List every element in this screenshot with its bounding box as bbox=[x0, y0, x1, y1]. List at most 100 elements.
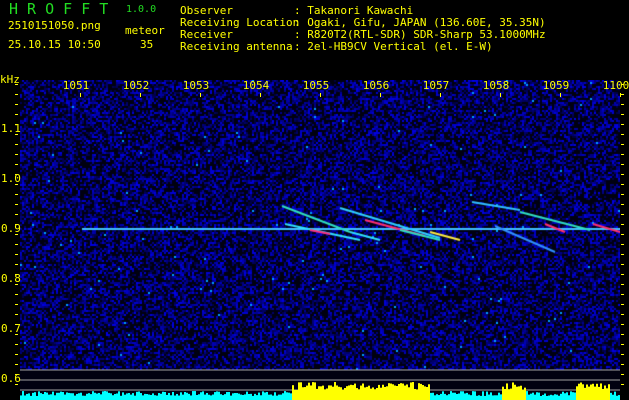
x-tick bbox=[140, 93, 141, 97]
histogram-bar bbox=[36, 396, 38, 400]
histogram-bar bbox=[542, 395, 544, 400]
histogram-bar bbox=[270, 394, 272, 400]
y-tick bbox=[621, 294, 624, 295]
y-tick bbox=[15, 104, 18, 105]
histogram-bar bbox=[524, 388, 526, 400]
histogram-bar bbox=[532, 393, 534, 400]
histogram-bar bbox=[304, 387, 306, 400]
histogram-bar bbox=[190, 395, 192, 400]
histogram-bar bbox=[358, 389, 360, 400]
histogram-bar bbox=[584, 388, 586, 400]
histogram-bar bbox=[374, 389, 376, 400]
y-tick bbox=[621, 104, 624, 105]
histogram-bar bbox=[256, 395, 258, 400]
histogram-bar bbox=[334, 382, 336, 400]
histogram-bar bbox=[434, 395, 436, 400]
histogram-bar bbox=[158, 393, 160, 400]
histogram-bar bbox=[84, 396, 86, 400]
x-tick-label: 1100 bbox=[603, 80, 629, 92]
histogram-bar bbox=[594, 387, 596, 400]
histogram-bar bbox=[360, 386, 362, 400]
histogram-bar bbox=[122, 392, 124, 400]
histogram-bar bbox=[580, 383, 582, 400]
histogram-bar bbox=[252, 396, 254, 400]
histogram-bar bbox=[104, 391, 106, 400]
histogram-bar bbox=[484, 396, 486, 400]
histogram-bar bbox=[42, 394, 44, 400]
histogram-bar bbox=[214, 392, 216, 400]
histogram-bar bbox=[416, 389, 418, 400]
y-tick bbox=[621, 264, 624, 265]
spectrogram-overlay bbox=[0, 0, 629, 400]
histogram-bar bbox=[218, 392, 220, 400]
x-tick bbox=[380, 93, 381, 97]
y-tick-label: 0.9 bbox=[1, 223, 21, 235]
y-axis-unit: kHz bbox=[0, 74, 20, 86]
histogram-bar bbox=[376, 388, 378, 400]
y-tick bbox=[15, 304, 18, 305]
histogram-bar bbox=[232, 393, 234, 400]
y-tick bbox=[621, 154, 624, 155]
histogram-bar bbox=[490, 392, 492, 400]
histogram-bar bbox=[614, 392, 616, 400]
y-tick bbox=[621, 344, 624, 345]
y-tick bbox=[621, 384, 624, 385]
y-tick bbox=[621, 354, 624, 355]
histogram-bar bbox=[598, 387, 600, 400]
histogram-bar bbox=[564, 393, 566, 400]
histogram-bar bbox=[322, 386, 324, 400]
y-tick bbox=[621, 134, 624, 135]
histogram-bar bbox=[414, 389, 416, 400]
histogram-bar bbox=[154, 395, 156, 400]
histogram-bar bbox=[238, 394, 240, 400]
histogram-bar bbox=[188, 394, 190, 400]
histogram-bar bbox=[24, 395, 26, 400]
histogram-bar bbox=[272, 396, 274, 400]
histogram-bar bbox=[520, 386, 522, 400]
histogram-bar bbox=[412, 382, 414, 400]
histogram-bar bbox=[246, 392, 248, 400]
histogram-bar bbox=[446, 395, 448, 400]
histogram-bar bbox=[22, 391, 24, 400]
histogram-bar bbox=[162, 392, 164, 400]
histogram-bar bbox=[538, 393, 540, 400]
histogram-bar bbox=[494, 395, 496, 400]
histogram-bar bbox=[448, 394, 450, 400]
histogram-bar bbox=[552, 395, 554, 400]
histogram-bar bbox=[480, 396, 482, 400]
y-tick bbox=[621, 374, 624, 375]
histogram-bar bbox=[482, 391, 484, 400]
histogram-bar bbox=[386, 386, 388, 400]
histogram-bar bbox=[46, 393, 48, 400]
histogram-bar bbox=[444, 394, 446, 400]
histogram-bar bbox=[112, 395, 114, 400]
histogram-bar bbox=[540, 396, 542, 400]
histogram-bar bbox=[488, 395, 490, 400]
hrofft-window: H R O F F T 1.0.0 2510151050.png meteor … bbox=[0, 0, 629, 400]
histogram-bar bbox=[274, 392, 276, 400]
histogram-bar bbox=[62, 392, 64, 400]
histogram-bar bbox=[472, 391, 474, 400]
histogram-bar bbox=[240, 395, 242, 400]
histogram-bar bbox=[200, 392, 202, 400]
histogram-bar bbox=[226, 392, 228, 400]
y-tick bbox=[15, 194, 18, 195]
histogram-bar bbox=[452, 393, 454, 400]
histogram-bar bbox=[616, 396, 618, 400]
histogram-bar bbox=[316, 389, 318, 400]
histogram-bar bbox=[550, 395, 552, 400]
histogram-bar bbox=[476, 396, 478, 400]
histogram-bar bbox=[410, 382, 412, 400]
histogram-bar bbox=[170, 395, 172, 400]
histogram-bar bbox=[566, 392, 568, 400]
histogram-bar bbox=[486, 392, 488, 400]
histogram-bar bbox=[554, 394, 556, 400]
histogram-bar bbox=[138, 391, 140, 400]
histogram-bar bbox=[220, 394, 222, 400]
y-tick-label: 0.8 bbox=[1, 273, 21, 285]
histogram-bar bbox=[278, 395, 280, 400]
histogram-bar bbox=[362, 383, 364, 400]
histogram-bar bbox=[368, 386, 370, 400]
histogram-bar bbox=[608, 384, 610, 400]
histogram-bar bbox=[32, 393, 34, 400]
